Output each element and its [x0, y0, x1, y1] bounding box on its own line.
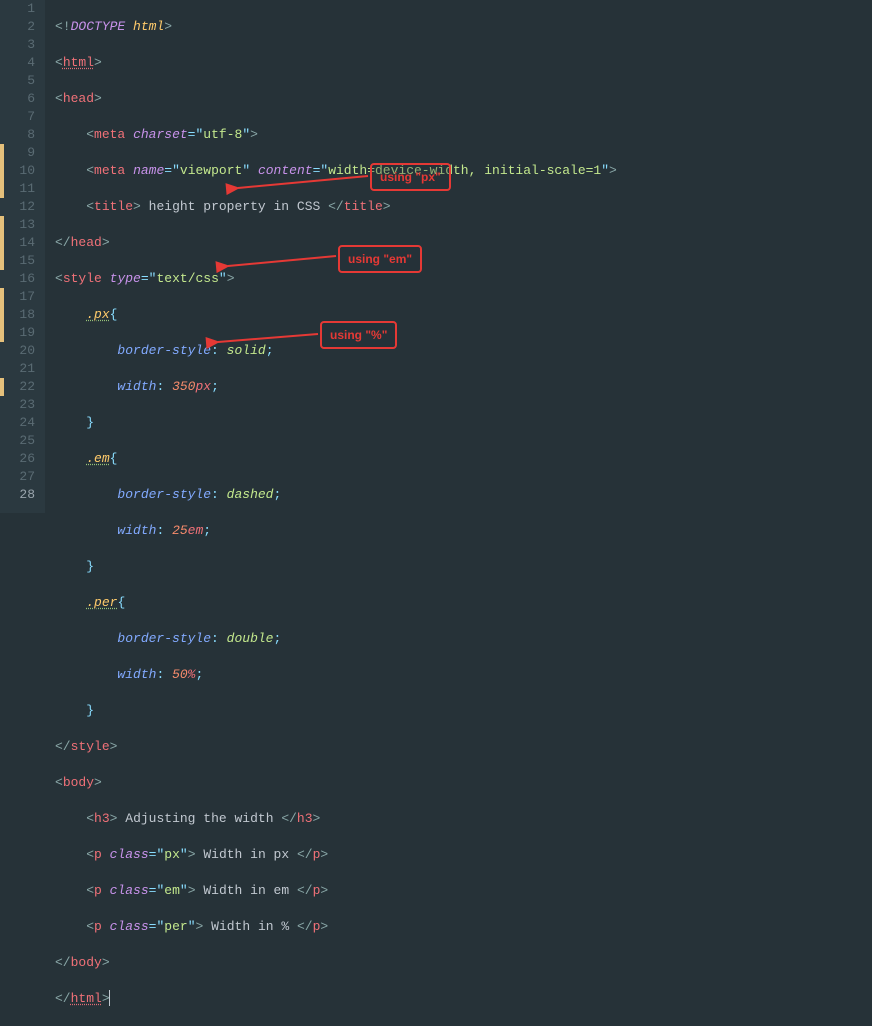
line-number: 21 [0, 360, 35, 378]
code-editor[interactable]: 1 2 3 4 5 6 7 8 9 10 11 12 13 14 15 16 1… [0, 0, 872, 513]
modified-marker-icon [0, 324, 4, 342]
code-line[interactable]: } [55, 558, 872, 576]
modified-marker-icon [0, 234, 4, 252]
line-number: 6 [0, 90, 35, 108]
line-number: 13 [0, 216, 35, 234]
line-number: 23 [0, 396, 35, 414]
line-number: 5 [0, 72, 35, 90]
line-number: 15 [0, 252, 35, 270]
code-line[interactable]: </body> [55, 954, 872, 972]
line-number: 22 [0, 378, 35, 396]
line-number: 11 [0, 180, 35, 198]
line-number: 10 [0, 162, 35, 180]
modified-marker-icon [0, 288, 4, 306]
code-line[interactable]: </html> [55, 990, 872, 1008]
annotation-em: using "em" [338, 245, 422, 273]
line-number: 12 [0, 198, 35, 216]
code-line[interactable]: .per{ [55, 594, 872, 612]
code-line[interactable]: width: 25em; [55, 522, 872, 540]
line-gutter: 1 2 3 4 5 6 7 8 9 10 11 12 13 14 15 16 1… [0, 0, 45, 513]
code-line[interactable]: <meta name="viewport" content="width=dev… [55, 162, 872, 180]
code-line[interactable]: width: 50%; [55, 666, 872, 684]
modified-marker-icon [0, 216, 4, 234]
modified-marker-icon [0, 144, 4, 162]
line-number: 7 [0, 108, 35, 126]
arrow-icon [210, 330, 322, 352]
code-line[interactable]: <title> height property in CSS </title> [55, 198, 872, 216]
code-line[interactable]: } [55, 414, 872, 432]
line-number: 28 [0, 486, 35, 504]
code-line[interactable]: <html> [55, 54, 872, 72]
modified-marker-icon [0, 378, 4, 396]
line-number: 1 [0, 0, 35, 18]
line-number: 17 [0, 288, 35, 306]
code-line[interactable]: border-style: solid; [55, 342, 872, 360]
arrow-icon [220, 252, 340, 278]
code-line[interactable]: .em{ [55, 450, 872, 468]
code-line[interactable]: <style type="text/css"> [55, 270, 872, 288]
line-number: 27 [0, 468, 35, 486]
code-area[interactable]: <!DOCTYPE html> <html> <head> <meta char… [45, 0, 872, 513]
modified-marker-icon [0, 162, 4, 180]
code-line[interactable]: </head> [55, 234, 872, 252]
code-line[interactable]: <p class="em"> Width in em </p> [55, 882, 872, 900]
line-number: 8 [0, 126, 35, 144]
line-number: 25 [0, 432, 35, 450]
code-line[interactable]: border-style: dashed; [55, 486, 872, 504]
line-number: 24 [0, 414, 35, 432]
modified-marker-icon [0, 252, 4, 270]
code-line[interactable]: <p class="per"> Width in % </p> [55, 918, 872, 936]
code-line[interactable]: <!DOCTYPE html> [55, 18, 872, 36]
code-line[interactable]: <h3> Adjusting the width </h3> [55, 810, 872, 828]
line-number: 9 [0, 144, 35, 162]
line-number: 16 [0, 270, 35, 288]
line-number: 3 [0, 36, 35, 54]
line-number: 26 [0, 450, 35, 468]
line-number: 19 [0, 324, 35, 342]
line-number: 20 [0, 342, 35, 360]
line-number: 2 [0, 18, 35, 36]
code-line[interactable]: <head> [55, 90, 872, 108]
text-cursor-icon [109, 990, 111, 1006]
code-line[interactable]: width: 350px; [55, 378, 872, 396]
code-line[interactable]: <body> [55, 774, 872, 792]
line-number: 4 [0, 54, 35, 72]
code-line[interactable]: border-style: double; [55, 630, 872, 648]
annotation-px: using "px" [370, 163, 451, 191]
line-number: 18 [0, 306, 35, 324]
code-line[interactable]: <p class="px"> Width in px </p> [55, 846, 872, 864]
arrow-icon [230, 172, 370, 198]
code-line[interactable]: <meta charset="utf-8"> [55, 126, 872, 144]
code-line[interactable]: </style> [55, 738, 872, 756]
modified-marker-icon [0, 306, 4, 324]
code-line[interactable]: .px{ [55, 306, 872, 324]
code-line[interactable]: } [55, 702, 872, 720]
annotation-pct: using "%" [320, 321, 397, 349]
line-number: 14 [0, 234, 35, 252]
modified-marker-icon [0, 180, 4, 198]
